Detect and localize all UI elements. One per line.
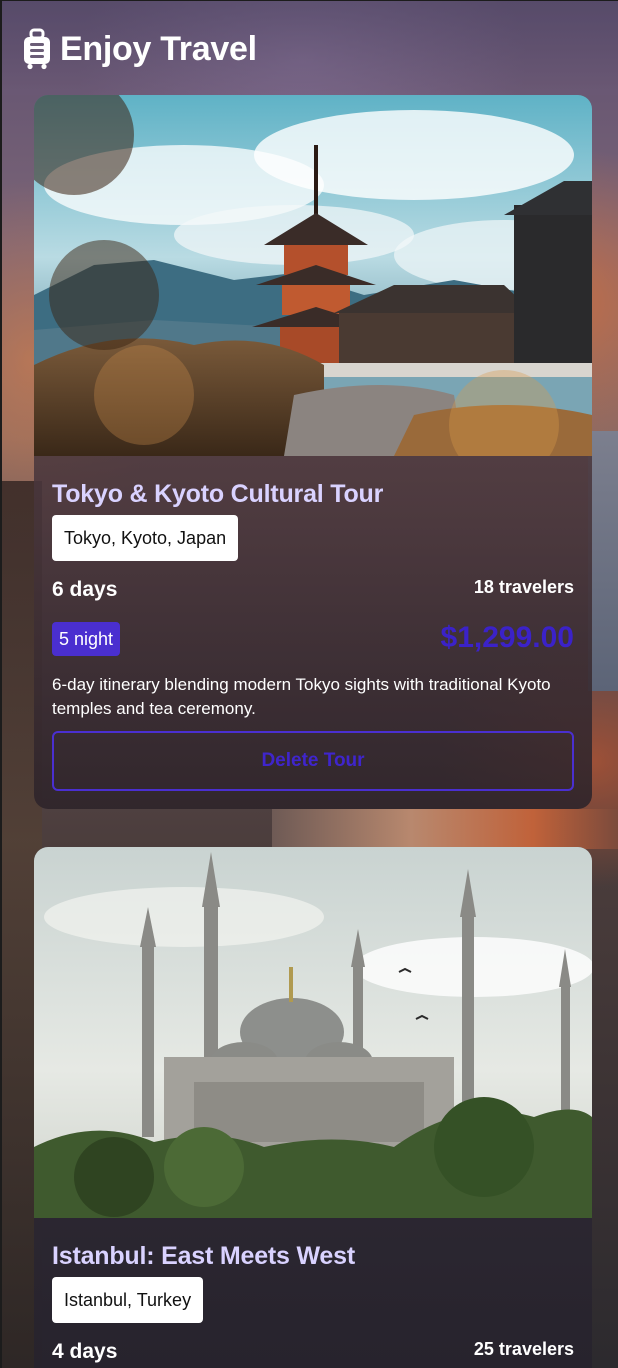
- tour-title: Istanbul: East Meets West: [52, 1242, 355, 1270]
- tour-days: 4 days: [52, 1340, 118, 1363]
- tour-card: Tokyo & Kyoto Cultural Tour Tokyo, Kyoto…: [34, 95, 592, 809]
- tour-title: Tokyo & Kyoto Cultural Tour: [52, 480, 384, 508]
- tour-card: Istanbul: East Meets West Istanbul, Turk…: [34, 847, 592, 1368]
- background-town: [272, 809, 618, 849]
- delete-tour-button[interactable]: Delete Tour: [52, 731, 574, 791]
- nights-badge: 5 night: [52, 622, 121, 656]
- app-header: Enjoy Travel: [2, 1, 618, 95]
- location-tag: Tokyo, Kyoto, Japan: [52, 515, 239, 561]
- tour-days: 6 days: [52, 578, 118, 601]
- tour-photo-mosque: [34, 847, 592, 1218]
- location-tag: Istanbul, Turkey: [52, 1277, 204, 1323]
- suitcase-icon: [24, 28, 50, 70]
- app-screen: Enjoy Travel Tokyo & Kyoto Cultural Tour…: [0, 0, 618, 1368]
- tour-price: $1,299.00: [440, 621, 574, 654]
- tour-travelers: 25 travelers: [473, 1339, 574, 1359]
- tour-photo-pagoda: [34, 95, 592, 456]
- background-sea: [588, 431, 618, 691]
- tour-travelers: 18 travelers: [473, 577, 574, 597]
- tour-description: 6-day itinerary blending modern Tokyo si…: [52, 675, 551, 718]
- app-title: Enjoy Travel: [60, 30, 257, 68]
